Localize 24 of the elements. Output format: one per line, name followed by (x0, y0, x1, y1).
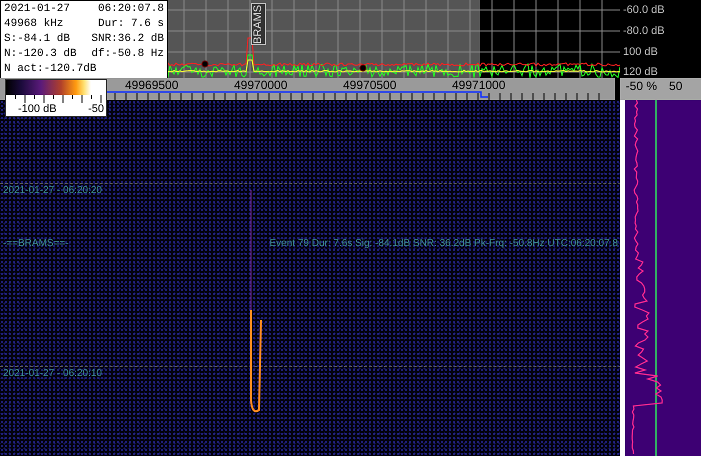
level-label: -50 % (626, 78, 658, 95)
info-text: 2021-01-27 (4, 2, 70, 17)
frequency-label: 49971000 (452, 78, 506, 92)
db-label: 100 dB (623, 45, 658, 59)
info-text: 49968 kHz (4, 17, 64, 32)
db-label: 120 dB (623, 65, 658, 79)
info-text: N:-120.3 dB (4, 47, 77, 62)
marker-label: BRAMS (251, 3, 266, 45)
peak-marker (202, 60, 208, 68)
info-text: 06:20:07.8 (98, 2, 164, 17)
colorbar-label: -50 (88, 103, 104, 116)
frequency-label: 49969500 (125, 78, 178, 92)
info-text: S:-84.1 dB (4, 32, 70, 47)
info-text: df:-50.8 Hz (91, 47, 164, 62)
info-text: N act:-120.7dB (4, 62, 96, 77)
peak-marker (360, 64, 366, 72)
frequency-label: 49970000 (234, 78, 288, 92)
frequency-label: 49970500 (343, 78, 396, 92)
db-label: -60.0 dB (623, 3, 665, 17)
colorbar-label: -100 dB (18, 103, 57, 116)
info-text: Dur: 7.6 s (98, 17, 164, 32)
info-text: SNR:36.2 dB (91, 32, 164, 47)
db-label: -80.0 dB (623, 24, 665, 38)
level-label: 50 (669, 78, 682, 95)
